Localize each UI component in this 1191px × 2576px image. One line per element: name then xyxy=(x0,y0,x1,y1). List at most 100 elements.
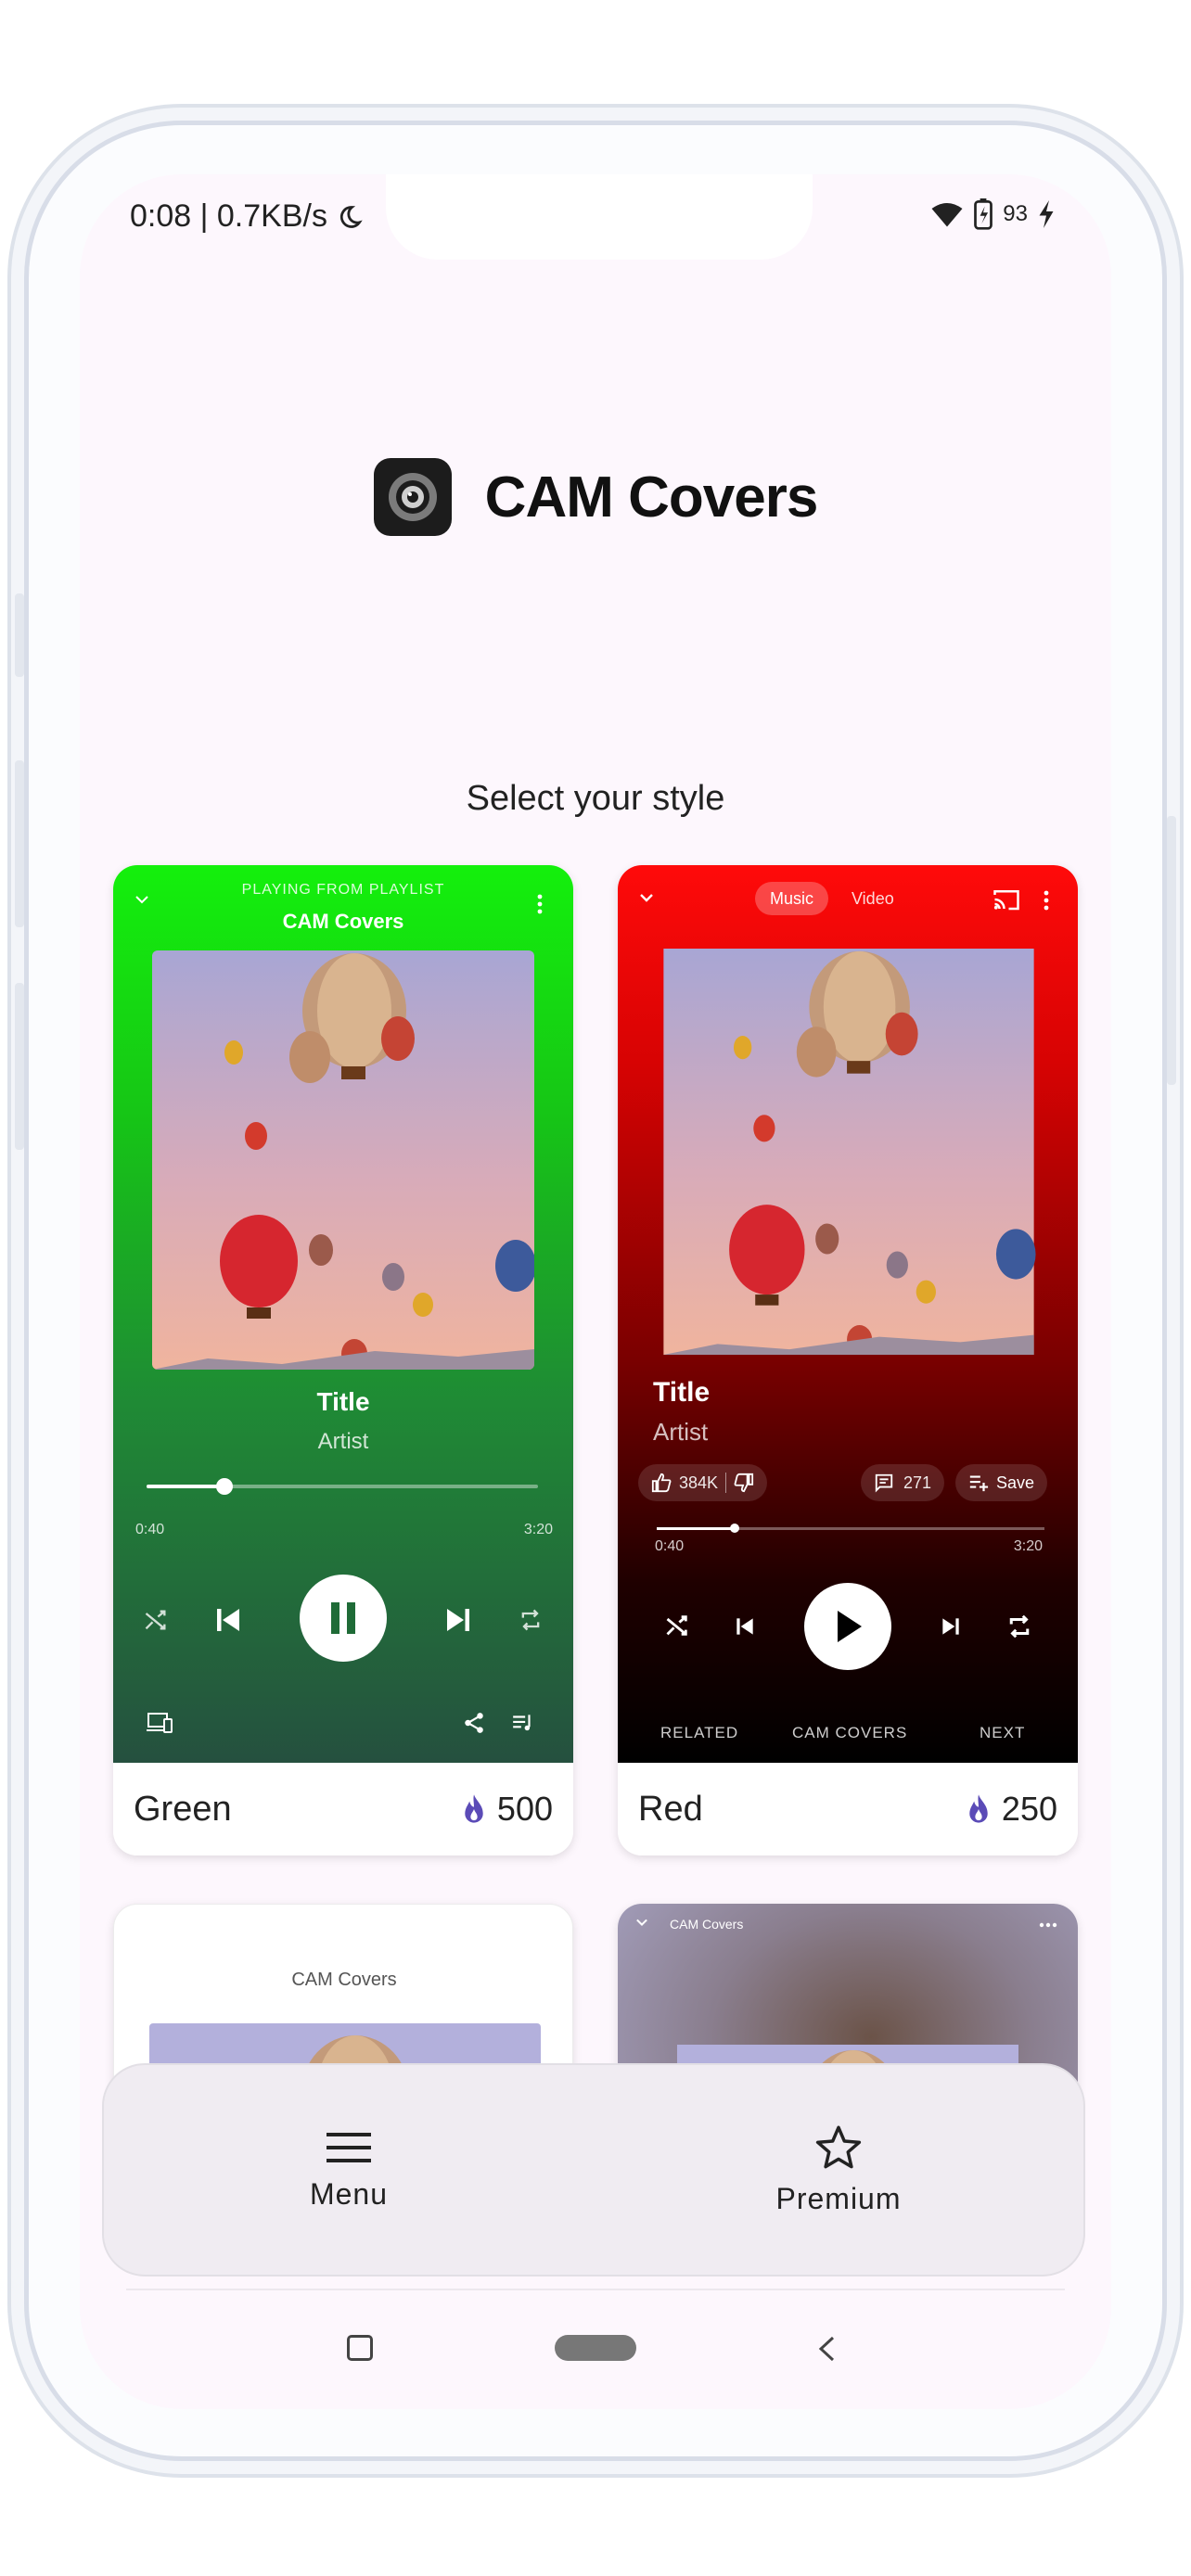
divider xyxy=(126,2289,1065,2290)
style-price: 500 xyxy=(460,1790,553,1829)
app-logo-icon xyxy=(373,458,452,536)
white-header-title: CAM Covers xyxy=(291,1970,397,1990)
notch xyxy=(386,174,813,260)
more-vert-icon xyxy=(537,894,543,914)
share-icon[interactable] xyxy=(462,1711,486,1735)
skip-next-icon[interactable] xyxy=(939,1614,963,1639)
comments-pill[interactable]: 271 xyxy=(861,1464,945,1501)
status-right: 93 xyxy=(930,198,1056,230)
tab-music-label: Music xyxy=(770,888,814,908)
more-horiz-icon xyxy=(1039,1922,1057,1928)
status-time-speed: 0:08 | 0.7KB/s xyxy=(130,198,327,234)
nav-menu[interactable]: Menu xyxy=(104,2065,594,2275)
duration-time: 3:20 xyxy=(1013,1538,1043,1554)
thumb-up-icon[interactable] xyxy=(651,1473,672,1493)
progress-fill xyxy=(657,1527,735,1530)
queue-icon[interactable] xyxy=(510,1711,536,1735)
flame-icon xyxy=(969,1794,988,1823)
volume-down-button xyxy=(15,983,24,1150)
style-name: Red xyxy=(638,1789,703,1829)
tab-video[interactable]: Video xyxy=(852,889,894,909)
battery-level: 93 xyxy=(1003,201,1028,226)
playlist-name: CAM Covers xyxy=(282,910,404,933)
progress-track[interactable] xyxy=(657,1524,1044,1533)
progress-track[interactable] xyxy=(147,1478,538,1495)
song-title: Title xyxy=(316,1387,370,1416)
devices-icon[interactable] xyxy=(147,1711,174,1735)
style-card-red[interactable]: Music Video Title Artist 384K 271 Save 0… xyxy=(618,865,1078,1855)
album-art xyxy=(663,949,1036,1355)
repeat-icon[interactable] xyxy=(518,1607,544,1633)
like-dislike-pill[interactable]: 384K xyxy=(638,1464,768,1501)
status-left: 0:08 | 0.7KB/s xyxy=(130,198,363,235)
like-count: 384K xyxy=(679,1473,719,1492)
page-subtitle: Select your style xyxy=(466,779,725,818)
comment-count: 271 xyxy=(903,1473,932,1492)
nav-premium[interactable]: Premium xyxy=(594,2065,1083,2275)
duration-time: 3:20 xyxy=(523,1522,553,1537)
flame-icon xyxy=(465,1794,483,1823)
progress-thumb[interactable] xyxy=(729,1524,739,1533)
menu-icon xyxy=(327,2132,371,2162)
card-footer: Green 500 xyxy=(113,1763,573,1855)
power-button xyxy=(1167,816,1176,1085)
play-icon xyxy=(838,1611,862,1642)
save-pill[interactable]: Save xyxy=(955,1464,1048,1501)
skip-previous-icon[interactable] xyxy=(733,1614,757,1639)
battery-icon xyxy=(974,198,993,230)
comment-icon xyxy=(875,1473,893,1493)
green-player-preview: PLAYING FROM PLAYLIST CAM Covers Title A… xyxy=(113,865,573,1763)
volume-button xyxy=(15,593,24,677)
album-art xyxy=(152,950,534,1370)
pill-divider xyxy=(725,1473,727,1493)
tab-music[interactable]: Music xyxy=(755,882,829,915)
playing-from-label: PLAYING FROM PLAYLIST xyxy=(241,882,445,898)
chevron-down-icon xyxy=(636,1919,647,1927)
card-footer: Red 250 xyxy=(618,1763,1078,1855)
tab-next[interactable]: NEXT xyxy=(980,1724,1025,1742)
blur-header-title: CAM Covers xyxy=(670,1917,744,1932)
skip-next-icon[interactable] xyxy=(442,1603,475,1637)
style-card-green[interactable]: PLAYING FROM PLAYLIST CAM Covers Title A… xyxy=(113,865,573,1855)
repeat-icon[interactable] xyxy=(1005,1613,1033,1640)
progress-thumb[interactable] xyxy=(216,1478,234,1495)
play-button[interactable] xyxy=(804,1583,891,1670)
skip-previous-icon[interactable] xyxy=(211,1603,245,1637)
artist-name: Artist xyxy=(653,1418,709,1446)
home-button[interactable] xyxy=(555,2335,636,2361)
song-title: Title xyxy=(653,1377,711,1408)
pause-button[interactable] xyxy=(300,1575,387,1662)
price-value: 500 xyxy=(496,1790,553,1828)
progress-fill xyxy=(147,1485,225,1488)
thumb-down-icon[interactable] xyxy=(734,1473,754,1493)
app-header: CAM Covers xyxy=(80,458,1111,536)
nav-premium-label: Premium xyxy=(775,2181,902,2215)
pause-icon xyxy=(331,1602,355,1634)
screen: 0:08 | 0.7KB/s 93 CAM Covers Select your… xyxy=(80,174,1111,2409)
shuffle-icon[interactable] xyxy=(664,1613,690,1639)
elapsed-time: 0:40 xyxy=(655,1538,685,1554)
artist-name: Artist xyxy=(317,1429,369,1454)
nav-menu-label: Menu xyxy=(309,2176,389,2211)
back-icon[interactable] xyxy=(816,2335,837,2363)
app-title: CAM Covers xyxy=(484,465,819,529)
elapsed-time: 0:40 xyxy=(135,1522,165,1537)
charging-icon xyxy=(1039,200,1054,228)
tab-related[interactable]: RELATED xyxy=(660,1724,738,1742)
recents-button[interactable] xyxy=(347,2335,373,2361)
price-value: 250 xyxy=(1001,1790,1057,1828)
volume-up-button xyxy=(15,760,24,927)
moon-icon xyxy=(339,205,363,228)
chevron-down-icon xyxy=(640,894,653,902)
shuffle-icon[interactable] xyxy=(143,1607,169,1633)
cast-icon[interactable] xyxy=(992,887,1020,912)
star-icon xyxy=(815,2125,862,2168)
playlist-add-icon xyxy=(969,1475,989,1492)
wifi-icon xyxy=(931,203,963,227)
red-player-preview: Music Video Title Artist 384K 271 Save 0… xyxy=(618,865,1078,1763)
style-price: 250 xyxy=(965,1790,1057,1829)
save-label: Save xyxy=(996,1473,1035,1492)
bottom-nav: Menu Premium xyxy=(102,2063,1085,2276)
more-vert-icon[interactable] xyxy=(1043,889,1050,912)
tab-cam-covers[interactable]: CAM COVERS xyxy=(792,1724,907,1742)
